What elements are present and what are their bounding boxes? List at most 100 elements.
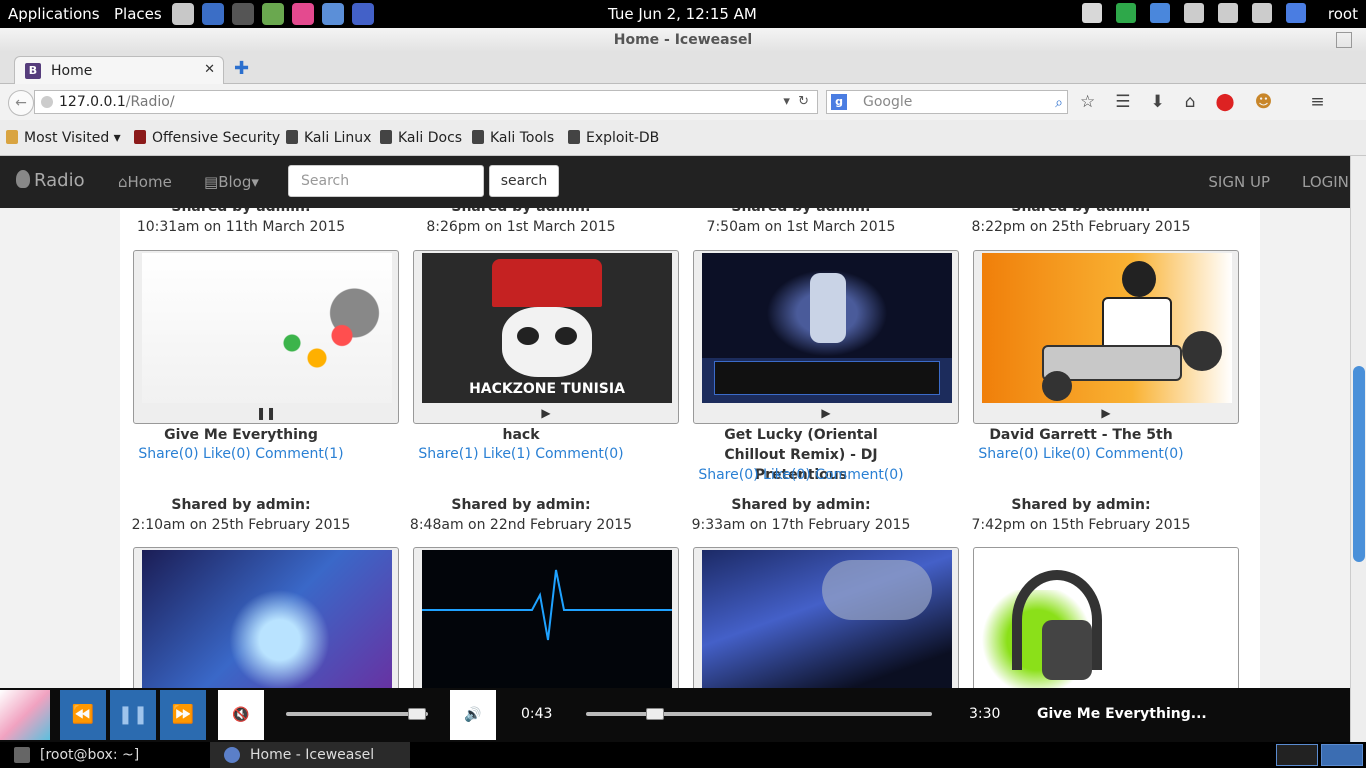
pause-button[interactable]: ❚❚ xyxy=(110,690,156,740)
navigation-toolbar: ← 127.0.0.1/Radio/ ▾ ↻ g Google ⌕ ☆ ☰ ⬇ … xyxy=(0,84,1366,120)
album-art xyxy=(422,550,672,688)
album-art xyxy=(142,253,392,403)
pause-icon[interactable]: ❚❚ xyxy=(134,403,398,423)
site-navbar: Radio ⌂Home ▤Blog▾ search SIGN UP LOGIN xyxy=(0,156,1350,208)
comment-link[interactable]: Comment(0) xyxy=(815,467,903,483)
search-icon[interactable]: ⌕ xyxy=(1055,92,1063,114)
launcher-icon[interactable] xyxy=(202,3,224,25)
volume-slider-knob[interactable] xyxy=(407,708,426,720)
progress-slider[interactable] xyxy=(586,708,932,720)
site-identity-icon[interactable] xyxy=(41,96,53,108)
next-button[interactable]: ⏩ xyxy=(160,690,206,740)
like-link[interactable]: Like(0) xyxy=(203,446,251,462)
song-thumbnail[interactable]: HACKZONE TUNISIA ▶ xyxy=(413,250,679,424)
signal-icon[interactable] xyxy=(1286,3,1306,23)
mute-button[interactable]: 🔇 xyxy=(218,690,264,740)
chrome-icon[interactable] xyxy=(1150,3,1170,23)
bookmark-kali-docs[interactable]: Kali Docs xyxy=(380,130,462,146)
page-viewport: Radio ⌂Home ▤Blog▾ search SIGN UP LOGIN … xyxy=(0,156,1350,688)
login-link[interactable]: LOGIN xyxy=(1302,173,1350,191)
song-title[interactable]: David Garrett - The 5th xyxy=(948,425,1214,445)
song-title[interactable]: hack xyxy=(388,425,654,445)
previous-button[interactable]: ⏪ xyxy=(60,690,106,740)
new-tab-icon[interactable]: ✚ xyxy=(234,58,249,79)
song-actions: Share(1) Like(1) Comment(0) xyxy=(388,446,654,462)
workspace-2[interactable] xyxy=(1321,744,1363,766)
bookmark-offensive-security[interactable]: Offensive Security xyxy=(134,130,280,146)
volume-max-button[interactable]: 🔊 xyxy=(450,690,496,740)
launcher-icon[interactable] xyxy=(172,3,194,25)
volume-icon[interactable] xyxy=(1184,3,1204,23)
bookmark-kali-tools[interactable]: Kali Tools xyxy=(472,130,554,146)
card-meta-8: Shared by admin: 7:42pm on 15th February… xyxy=(971,497,1191,533)
iceweasel-icon xyxy=(224,747,240,763)
play-icon[interactable]: ▶ xyxy=(414,403,678,423)
progress-slider-knob[interactable] xyxy=(646,708,665,720)
bluetooth-icon[interactable] xyxy=(1252,3,1272,23)
nav-blog-dropdown[interactable]: ▤Blog▾ xyxy=(204,173,259,191)
song-thumbnail[interactable] xyxy=(413,547,679,688)
share-link[interactable]: Share(1) xyxy=(418,446,478,462)
menu-icon[interactable]: ≡ xyxy=(1310,92,1324,112)
home-icon[interactable]: ⌂ xyxy=(1185,92,1196,112)
site-search-input[interactable] xyxy=(288,165,484,197)
share-link[interactable]: Share(0) xyxy=(978,446,1038,462)
bookmark-exploit-db[interactable]: Exploit-DB xyxy=(568,130,659,146)
clipboard-icon[interactable] xyxy=(1218,3,1238,23)
share-link[interactable]: Share(0) xyxy=(138,446,198,462)
comment-link[interactable]: Comment(0) xyxy=(1095,446,1183,462)
play-icon[interactable]: ▶ xyxy=(974,403,1238,423)
greasemonkey-icon[interactable]: ☻ xyxy=(1255,92,1273,112)
song-title[interactable]: Give Me Everything xyxy=(108,425,374,445)
close-tab-icon[interactable]: ✕ xyxy=(204,62,215,77)
web-search-input[interactable]: g Google ⌕ xyxy=(826,90,1068,114)
downloads-icon[interactable]: ⬇ xyxy=(1151,92,1165,112)
nav-home-link[interactable]: ⌂Home xyxy=(118,173,172,191)
comment-link[interactable]: Comment(1) xyxy=(255,446,343,462)
user-menu[interactable]: root xyxy=(1328,5,1358,23)
share-link[interactable]: Share(0) xyxy=(698,467,758,483)
play-icon[interactable]: ▶ xyxy=(694,403,958,423)
volume-slider[interactable] xyxy=(286,708,428,720)
song-thumbnail[interactable] xyxy=(693,547,959,688)
places-menu[interactable]: Places xyxy=(114,5,162,23)
url-bar[interactable]: 127.0.0.1/Radio/ ▾ ↻ xyxy=(34,90,818,114)
taskbar-browser[interactable]: Home - Iceweasel xyxy=(210,742,410,768)
site-search-button[interactable]: search xyxy=(489,165,559,197)
clock[interactable]: Tue Jun 2, 12:15 AM xyxy=(608,5,757,23)
song-thumbnail[interactable]: ▶ xyxy=(973,250,1239,424)
page-scrollbar[interactable] xyxy=(1350,156,1366,742)
like-link[interactable]: Like(0) xyxy=(1043,446,1091,462)
tab-home[interactable]: B Home ✕ xyxy=(14,56,224,84)
comment-link[interactable]: Comment(0) xyxy=(535,446,623,462)
signup-link[interactable]: SIGN UP xyxy=(1208,173,1270,191)
back-button[interactable]: ← xyxy=(8,90,34,116)
song-thumbnail[interactable]: ▶ xyxy=(693,250,959,424)
launcher-icon[interactable] xyxy=(352,3,374,25)
window-title: Home - Iceweasel xyxy=(613,32,753,48)
bookmark-kali-linux[interactable]: Kali Linux xyxy=(286,130,371,146)
scrollbar-thumb[interactable] xyxy=(1353,366,1365,562)
launcher-icon[interactable] xyxy=(262,3,284,25)
adblock-icon[interactable]: ⬤ xyxy=(1216,92,1235,112)
applications-menu[interactable]: Applications xyxy=(8,5,100,23)
reload-icon[interactable]: ▾ ↻ xyxy=(783,91,809,113)
like-link[interactable]: Like(0) xyxy=(763,467,811,483)
song-thumbnail[interactable] xyxy=(133,547,399,688)
launcher-icon[interactable] xyxy=(322,3,344,25)
bookmark-star-icon[interactable]: ☆ xyxy=(1080,92,1095,112)
song-thumbnail[interactable] xyxy=(973,547,1239,688)
like-link[interactable]: Like(1) xyxy=(483,446,531,462)
launcher-icon[interactable] xyxy=(232,3,254,25)
maximize-icon[interactable] xyxy=(1336,32,1352,48)
site-brand[interactable]: Radio xyxy=(16,170,85,191)
bookmark-most-visited[interactable]: Most Visited ▾ xyxy=(6,130,121,146)
google-engine-icon[interactable]: g xyxy=(831,94,847,110)
taskbar-terminal[interactable]: [root@box: ~] xyxy=(0,742,210,768)
launcher-icon[interactable] xyxy=(292,3,314,25)
green-dot-icon[interactable] xyxy=(1116,3,1136,23)
song-thumbnail[interactable]: ❚❚ xyxy=(133,250,399,424)
bookmarks-menu-icon[interactable]: ☰ xyxy=(1115,92,1130,112)
notification-icon[interactable] xyxy=(1082,3,1102,23)
workspace-1[interactable] xyxy=(1276,744,1318,766)
